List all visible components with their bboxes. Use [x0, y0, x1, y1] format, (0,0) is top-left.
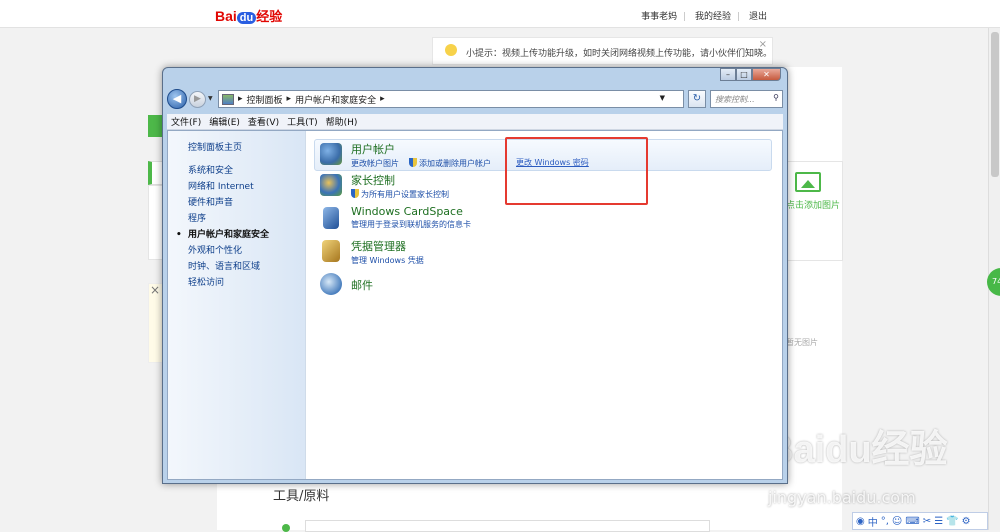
minimize-icon[interactable]: –	[720, 68, 736, 81]
menu-edit[interactable]: 编辑(E)	[205, 115, 244, 128]
set-parental-controls-link[interactable]: 为所有用户设置家长控制	[351, 189, 449, 200]
control-panel-icon	[222, 93, 234, 105]
logout-link[interactable]: 退出	[749, 12, 767, 22]
scissors-icon[interactable]: ✂	[923, 516, 931, 527]
address-row: ◀ ▶ ▼ ▸ 控制面板 ▸ 用户帐户和家庭安全 ▸ ▼ ↻ 搜索控制... ⚲	[167, 88, 783, 110]
refresh-icon[interactable]: ↻	[688, 90, 706, 108]
nav-item-system-security[interactable]: 系统和安全	[188, 163, 269, 179]
skin-icon[interactable]: 👕	[946, 516, 958, 527]
highlight-annotation-box	[505, 137, 648, 205]
add-remove-accounts-link[interactable]: 添加或删除用户帐户	[409, 158, 491, 169]
parental-controls-icon[interactable]	[320, 174, 342, 196]
nav-item-hardware[interactable]: 硬件和声音	[188, 195, 269, 211]
tip-text: 小提示：视频上传功能升级，如时关闭网络视频上传功能，请小伙伴们知晓。	[466, 49, 773, 59]
close-icon[interactable]: ×	[150, 283, 160, 297]
baidu-jingyan-logo[interactable]: Bai du 经验	[215, 6, 282, 25]
keyboard-icon[interactable]: ⌨	[905, 516, 919, 527]
settings-icon[interactable]: ⚙	[962, 516, 971, 527]
nav-item-clock-region[interactable]: 时钟、语言和区域	[188, 259, 269, 275]
ime-toolbar: ◉ 中 °, ☺ ⌨ ✂ ☰ 👕 ⚙	[852, 512, 988, 530]
window-content: 控制面板主页 系统和安全 网络和 Internet 硬件和声音 程序 用户帐户和…	[167, 130, 783, 480]
category-title[interactable]: 凭据管理器	[351, 237, 778, 254]
manage-info-cards-link[interactable]: 管理用于登录到联机服务的信息卡	[351, 219, 471, 230]
close-icon[interactable]: ✕	[752, 68, 781, 81]
watermark-logo: Baidu经验	[766, 429, 948, 471]
category-cardspace: Windows CardSpace 管理用于登录到联机服务的信息卡	[318, 204, 778, 237]
search-input[interactable]: 搜索控制... ⚲	[710, 90, 783, 108]
ime-logo-icon[interactable]: ◉	[856, 516, 865, 527]
site-header: Bai du 经验 事事老妈 | 我的经验 | 退出	[0, 0, 1000, 28]
category-title[interactable]: 邮件	[351, 270, 778, 293]
change-account-picture-link[interactable]: 更改帐户图片	[351, 158, 399, 169]
ime-punct[interactable]: °,	[881, 516, 889, 527]
nav-item-ease-of-access[interactable]: 轻松访问	[188, 275, 269, 291]
menu-icon[interactable]: ☰	[934, 516, 943, 527]
search-icon[interactable]: ⚲	[773, 93, 779, 102]
ime-lang[interactable]: 中	[868, 514, 878, 529]
tools-heading: 工具/原料	[273, 489, 330, 504]
chevron-right-icon[interactable]: ▸	[287, 94, 292, 104]
navigation-pane: 控制面板主页 系统和安全 网络和 Internet 硬件和声音 程序 用户帐户和…	[168, 131, 306, 479]
window-controls: – □ ✕	[720, 68, 781, 81]
no-picture-label: 暂无图片	[786, 338, 818, 347]
nav-item-programs[interactable]: 程序	[188, 211, 269, 227]
chevron-right-icon[interactable]: ▸	[380, 94, 385, 104]
forward-arrow-icon[interactable]: ▶	[189, 91, 206, 108]
breadcrumb-user-accounts[interactable]: 用户帐户和家庭安全	[295, 93, 376, 106]
my-experience-link[interactable]: 我的经验	[695, 12, 731, 22]
menu-tools[interactable]: 工具(T)	[283, 115, 322, 128]
category-mail: 邮件	[318, 270, 778, 303]
credential-vault-icon[interactable]	[322, 240, 340, 262]
lightbulb-icon	[445, 44, 457, 56]
menu-view[interactable]: 查看(V)	[244, 115, 283, 128]
back-arrow-icon[interactable]: ◀	[167, 89, 187, 109]
control-panel-window: – □ ✕ ◀ ▶ ▼ ▸ 控制面板 ▸ 用户帐户和家庭安全 ▸ ▼ ↻ 搜索控…	[162, 67, 788, 484]
chevron-right-icon[interactable]: ▸	[238, 94, 243, 104]
maximize-icon[interactable]: □	[736, 68, 752, 81]
image-add-icon[interactable]	[795, 172, 821, 192]
uac-shield-icon	[351, 189, 359, 198]
add-picture-label[interactable]: 点击添加图片	[786, 198, 840, 211]
step-dot	[282, 524, 290, 532]
users-icon[interactable]	[320, 143, 342, 165]
tools-input[interactable]	[305, 520, 710, 532]
menu-bar: 文件(F) 编辑(E) 查看(V) 工具(T) 帮助(H)	[167, 114, 783, 130]
category-title[interactable]: Windows CardSpace	[351, 204, 778, 218]
nav-list: 系统和安全 网络和 Internet 硬件和声音 程序 用户帐户和家庭安全 外观…	[176, 163, 269, 291]
category-credential-manager: 凭据管理器 管理 Windows 凭据	[318, 237, 778, 270]
uac-shield-icon	[409, 158, 417, 167]
menu-help[interactable]: 帮助(H)	[322, 115, 362, 128]
change-windows-password-link[interactable]: 更改 Windows 密码	[516, 157, 589, 168]
menu-file[interactable]: 文件(F)	[167, 115, 205, 128]
mail-icon[interactable]	[320, 273, 342, 295]
close-icon[interactable]: ×	[759, 39, 767, 50]
scrollbar-thumb[interactable]	[991, 32, 999, 177]
control-panel-home-link[interactable]: 控制面板主页	[188, 140, 242, 153]
history-dropdown-icon[interactable]: ▼	[208, 95, 213, 102]
tip-banner: 小提示：视频上传功能升级，如时关闭网络视频上传功能，请小伙伴们知晓。 ×	[432, 37, 773, 65]
cardspace-icon[interactable]	[323, 207, 339, 229]
top-links: 事事老妈 | 我的经验 | 退出	[641, 12, 767, 22]
nav-item-appearance[interactable]: 外观和个性化	[188, 243, 269, 259]
emoji-icon[interactable]: ☺	[892, 516, 902, 527]
user-link[interactable]: 事事老妈	[641, 12, 677, 22]
address-dropdown-icon[interactable]: ▼	[660, 94, 665, 102]
watermark-url: jingyan.baidu.com	[768, 488, 916, 507]
nav-item-network[interactable]: 网络和 Internet	[188, 179, 269, 195]
address-bar[interactable]: ▸ 控制面板 ▸ 用户帐户和家庭安全 ▸ ▼	[218, 90, 684, 108]
manage-credentials-link[interactable]: 管理 Windows 凭据	[351, 255, 424, 266]
nav-item-user-accounts[interactable]: 用户帐户和家庭安全	[176, 227, 269, 243]
breadcrumb-control-panel[interactable]: 控制面板	[247, 93, 283, 106]
